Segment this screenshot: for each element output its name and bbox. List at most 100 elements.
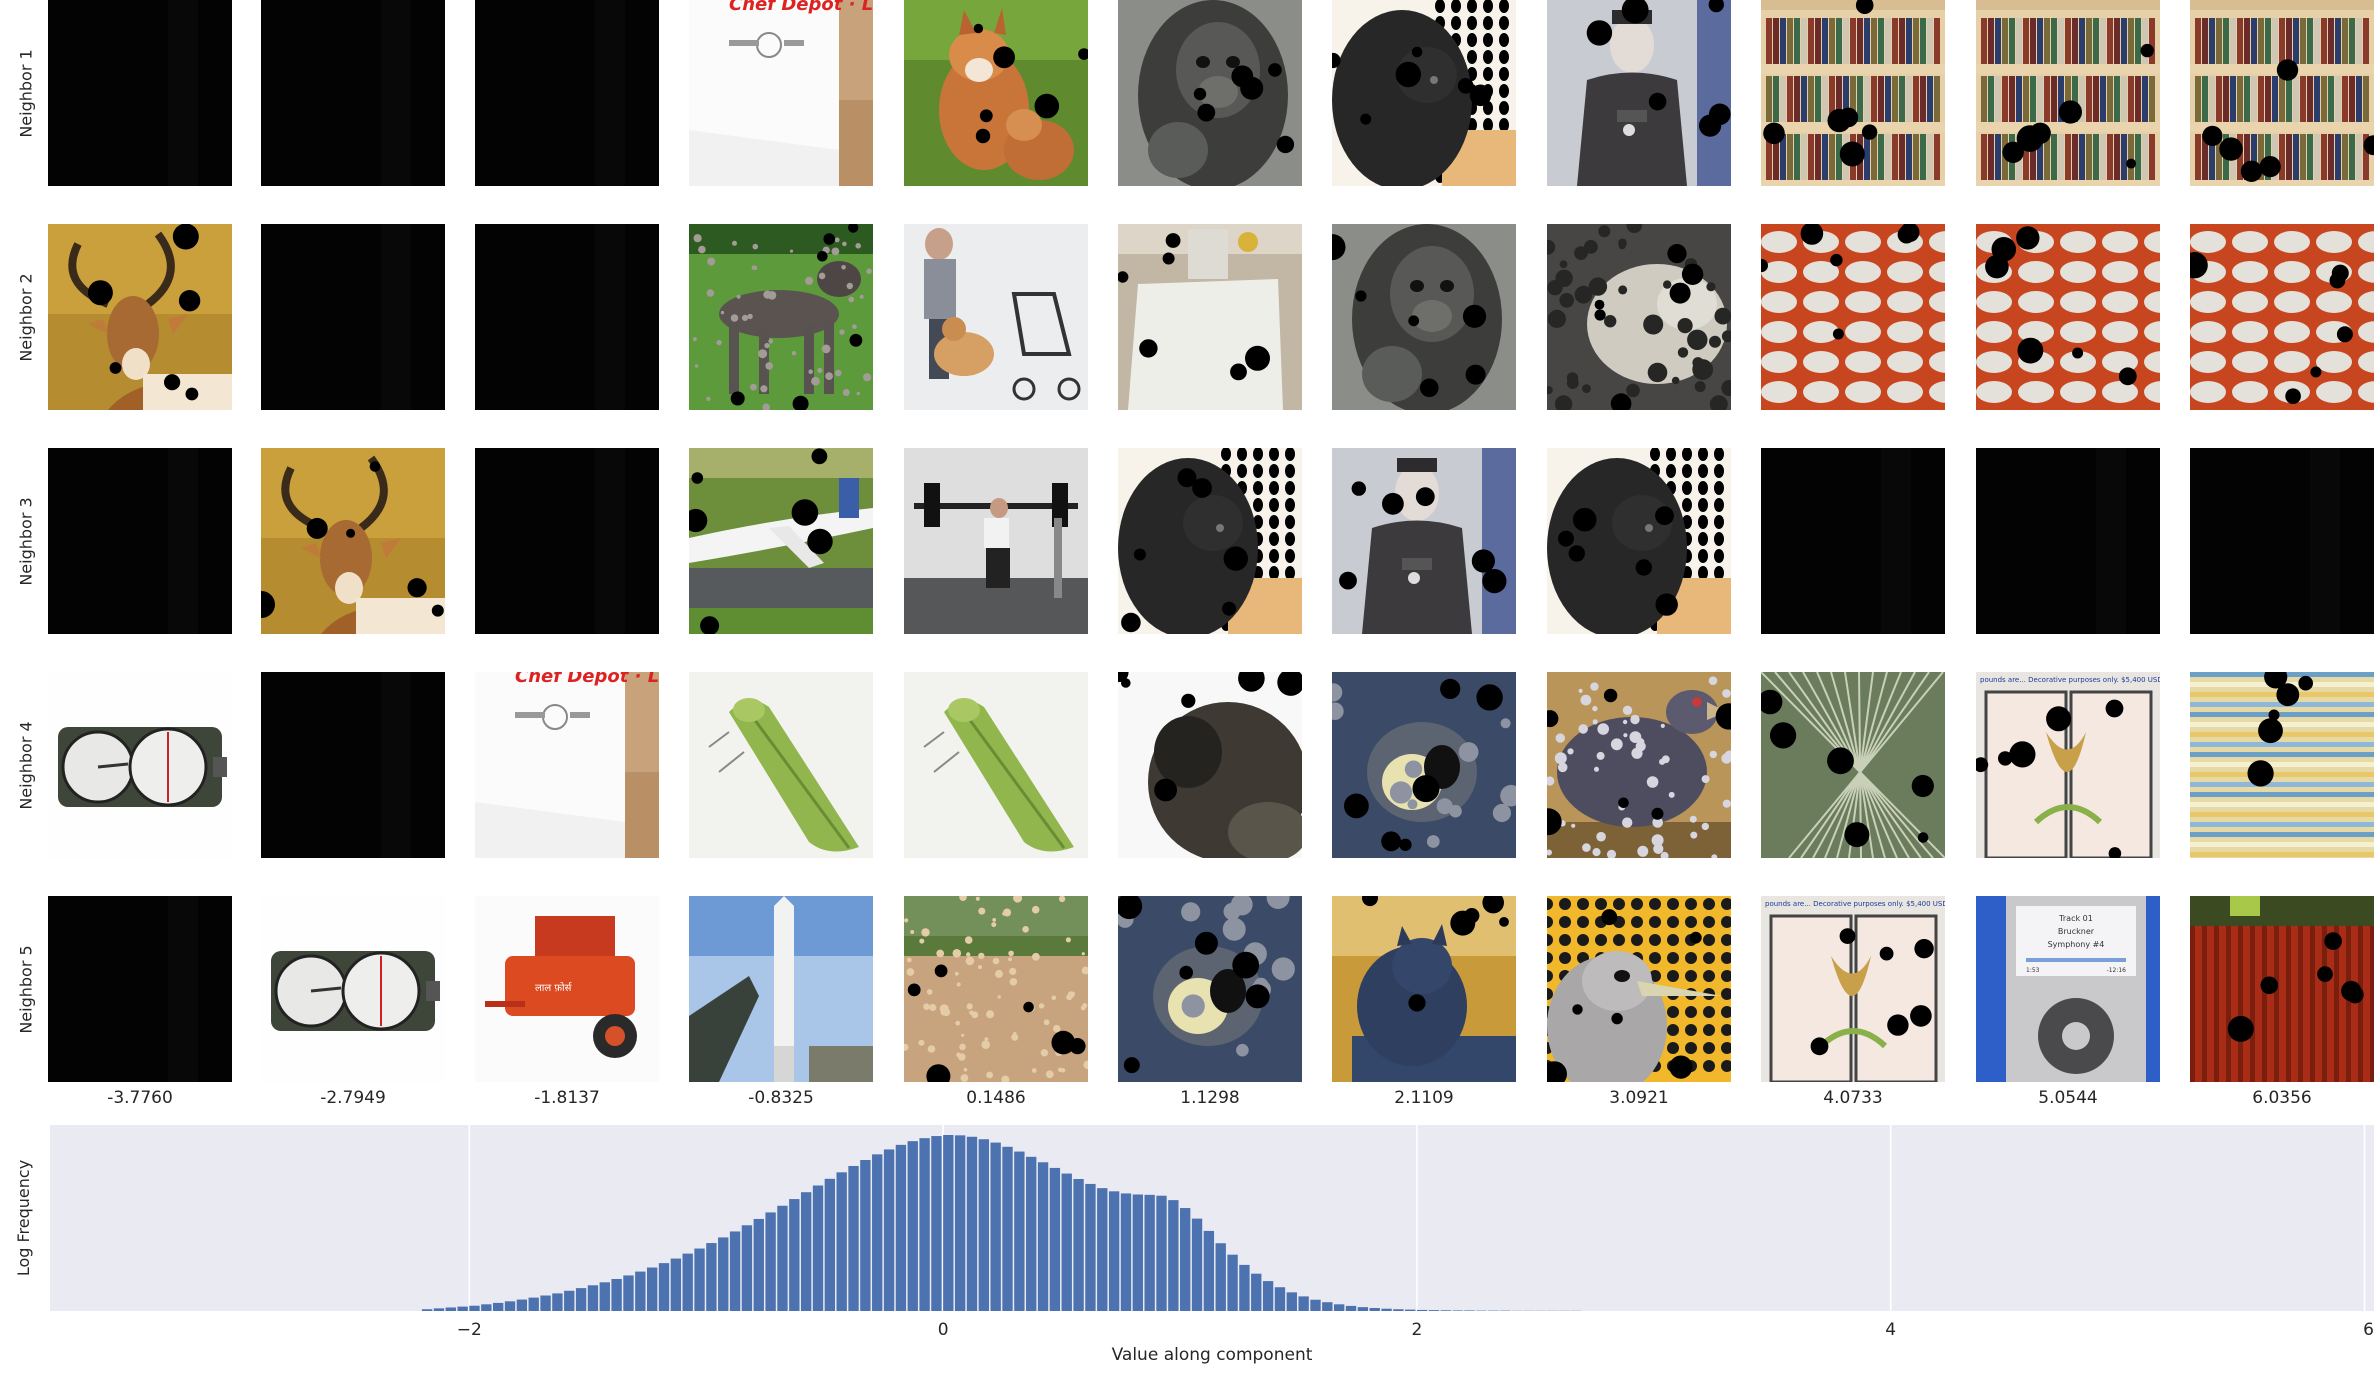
histogram-bar bbox=[1156, 1195, 1167, 1311]
histogram-bar bbox=[1144, 1194, 1155, 1311]
svg-text:लाल फ़ोर्स: लाल फ़ोर्स bbox=[535, 982, 572, 994]
histogram-bar bbox=[540, 1295, 551, 1311]
histogram-bar bbox=[445, 1307, 456, 1311]
neighbor-tile-red-machine: लाल फ़ोर्स bbox=[475, 896, 659, 1082]
histogram-bar bbox=[860, 1159, 871, 1311]
neighbor-tile-fox bbox=[904, 0, 1088, 186]
row-label-text: Neighbor 5 bbox=[16, 944, 36, 1034]
histogram-bar bbox=[741, 1225, 753, 1311]
histogram-bar bbox=[528, 1297, 539, 1311]
svg-text:Track 01: Track 01 bbox=[2058, 914, 2093, 923]
histogram-bar bbox=[1097, 1188, 1108, 1311]
histogram-bar bbox=[1322, 1302, 1333, 1311]
x-tick-label: 2 bbox=[1412, 1320, 1423, 1340]
histogram-bar bbox=[646, 1267, 658, 1311]
histogram-bar bbox=[1073, 1179, 1084, 1311]
histogram-bar bbox=[433, 1308, 445, 1311]
histogram-bar bbox=[481, 1304, 492, 1311]
neighbor-tile-compass bbox=[48, 672, 232, 858]
histogram-bar bbox=[1452, 1310, 1463, 1311]
histogram-chart: −2 0 2 4 6 Value along component Log Frequen… bbox=[14, 1125, 2374, 1365]
histogram-bar bbox=[1180, 1208, 1191, 1311]
histogram-bar bbox=[777, 1205, 788, 1311]
histogram-bar bbox=[1262, 1281, 1274, 1311]
neighbor-tile-cow-fabric bbox=[1332, 672, 1516, 858]
histogram-bar bbox=[872, 1154, 883, 1311]
column-value: -1.8137 bbox=[534, 1088, 600, 1108]
row-label-text: Neighbor 3 bbox=[16, 496, 36, 586]
row-label-text: Neighbor 2 bbox=[16, 272, 36, 362]
neighbor-tile-toilet-paper bbox=[1118, 224, 1302, 410]
histogram-bar bbox=[635, 1271, 646, 1311]
x-tick-label: 0 bbox=[938, 1320, 949, 1340]
neighbor-tile-missile bbox=[689, 896, 873, 1082]
neighbor-tile-dark bbox=[475, 224, 659, 410]
neighbor-tile-dark bbox=[48, 448, 232, 634]
histogram-bar bbox=[706, 1243, 717, 1311]
neighbor-tile-gorilla bbox=[1332, 224, 1516, 410]
neighbor-tile-soldier bbox=[1547, 0, 1731, 186]
histogram-bar bbox=[848, 1165, 859, 1311]
histogram-bar bbox=[1215, 1243, 1226, 1311]
histogram-bar bbox=[907, 1141, 918, 1311]
neighbor-tile-dark bbox=[261, 0, 445, 186]
svg-text:pounds are... Decorative purpo: pounds are... Decorative purposes only. … bbox=[1765, 900, 1945, 908]
column-value: -0.8325 bbox=[748, 1088, 814, 1108]
neighbor-tile-monkey bbox=[1118, 672, 1302, 858]
histogram-bar bbox=[1227, 1254, 1238, 1311]
histogram-bar bbox=[1274, 1287, 1286, 1311]
svg-text:Chef Depot · Lo: Chef Depot · Lo bbox=[729, 0, 873, 15]
histogram-bar bbox=[1428, 1310, 1440, 1311]
histogram-bar bbox=[789, 1199, 800, 1311]
histogram-bar bbox=[931, 1136, 942, 1311]
neighbor-tile-stained-glass: pounds are... Decorative purposes only. … bbox=[1761, 896, 1945, 1082]
histogram-bar bbox=[611, 1278, 622, 1311]
histogram-bar bbox=[718, 1237, 729, 1311]
histogram-bar bbox=[421, 1309, 433, 1311]
neighbor-tile-soldier bbox=[1332, 448, 1516, 634]
neighbor-tile-bookshelf bbox=[1976, 0, 2160, 186]
neighbor-tile-red-curtain bbox=[2190, 896, 2374, 1082]
histogram-bar bbox=[954, 1135, 966, 1311]
neighbor-tile-pointer-dog bbox=[689, 224, 873, 410]
histogram-bar bbox=[1416, 1309, 1428, 1311]
x-tick-label: 6 bbox=[2363, 1320, 2374, 1340]
column-value: 5.0544 bbox=[2038, 1088, 2098, 1108]
column-value: 3.0921 bbox=[1609, 1088, 1669, 1108]
neighbor-tile-compass bbox=[261, 896, 445, 1082]
histogram-bar bbox=[1393, 1309, 1404, 1311]
neighbor-tile-bookshelf bbox=[1761, 0, 1945, 186]
row-label-neighbor-2: Neighbor 2 bbox=[6, 224, 46, 410]
histogram-bar bbox=[978, 1139, 989, 1311]
neighbor-tile-leafhopper bbox=[904, 672, 1088, 858]
histogram-bar bbox=[966, 1136, 978, 1311]
neighbor-tile-wheat-field bbox=[904, 896, 1088, 1082]
neighbor-tile-airplane bbox=[689, 448, 873, 634]
histogram-bar bbox=[1298, 1296, 1309, 1311]
neighbor-tile-heron-dots bbox=[1547, 896, 1731, 1082]
histogram-bar bbox=[943, 1135, 954, 1311]
column-value: 6.0356 bbox=[2252, 1088, 2312, 1108]
neighbor-tile-glass-shards bbox=[1761, 672, 1945, 858]
neighbor-tile-leafhopper bbox=[689, 672, 873, 858]
histogram-bar bbox=[1381, 1308, 1392, 1311]
histogram-bar bbox=[1440, 1310, 1451, 1311]
column-value: 1.1298 bbox=[1180, 1088, 1240, 1108]
svg-text:Bruckner: Bruckner bbox=[2058, 927, 2095, 936]
histogram-bar bbox=[1286, 1292, 1297, 1311]
histogram-bar bbox=[919, 1138, 930, 1311]
histogram-bar bbox=[658, 1263, 670, 1311]
histogram-bar bbox=[812, 1185, 824, 1311]
neighbor-tile-dark bbox=[475, 448, 659, 634]
histogram-bar bbox=[552, 1293, 563, 1311]
svg-text:pounds are... Decorative purpo: pounds are... Decorative purposes only. … bbox=[1980, 676, 2160, 684]
histogram-bar bbox=[1132, 1194, 1143, 1311]
neighbor-tile-weightlifter bbox=[904, 448, 1088, 634]
neighbor-tile-black-dog-dots bbox=[1118, 448, 1302, 634]
neighbor-tile-keyboard bbox=[1761, 448, 1945, 634]
histogram-bar bbox=[1310, 1299, 1321, 1311]
histogram-bar bbox=[575, 1288, 587, 1311]
histogram-bar bbox=[1026, 1156, 1037, 1311]
histogram-bar bbox=[682, 1253, 693, 1311]
neighbor-tile-knit-orange bbox=[2190, 224, 2374, 410]
